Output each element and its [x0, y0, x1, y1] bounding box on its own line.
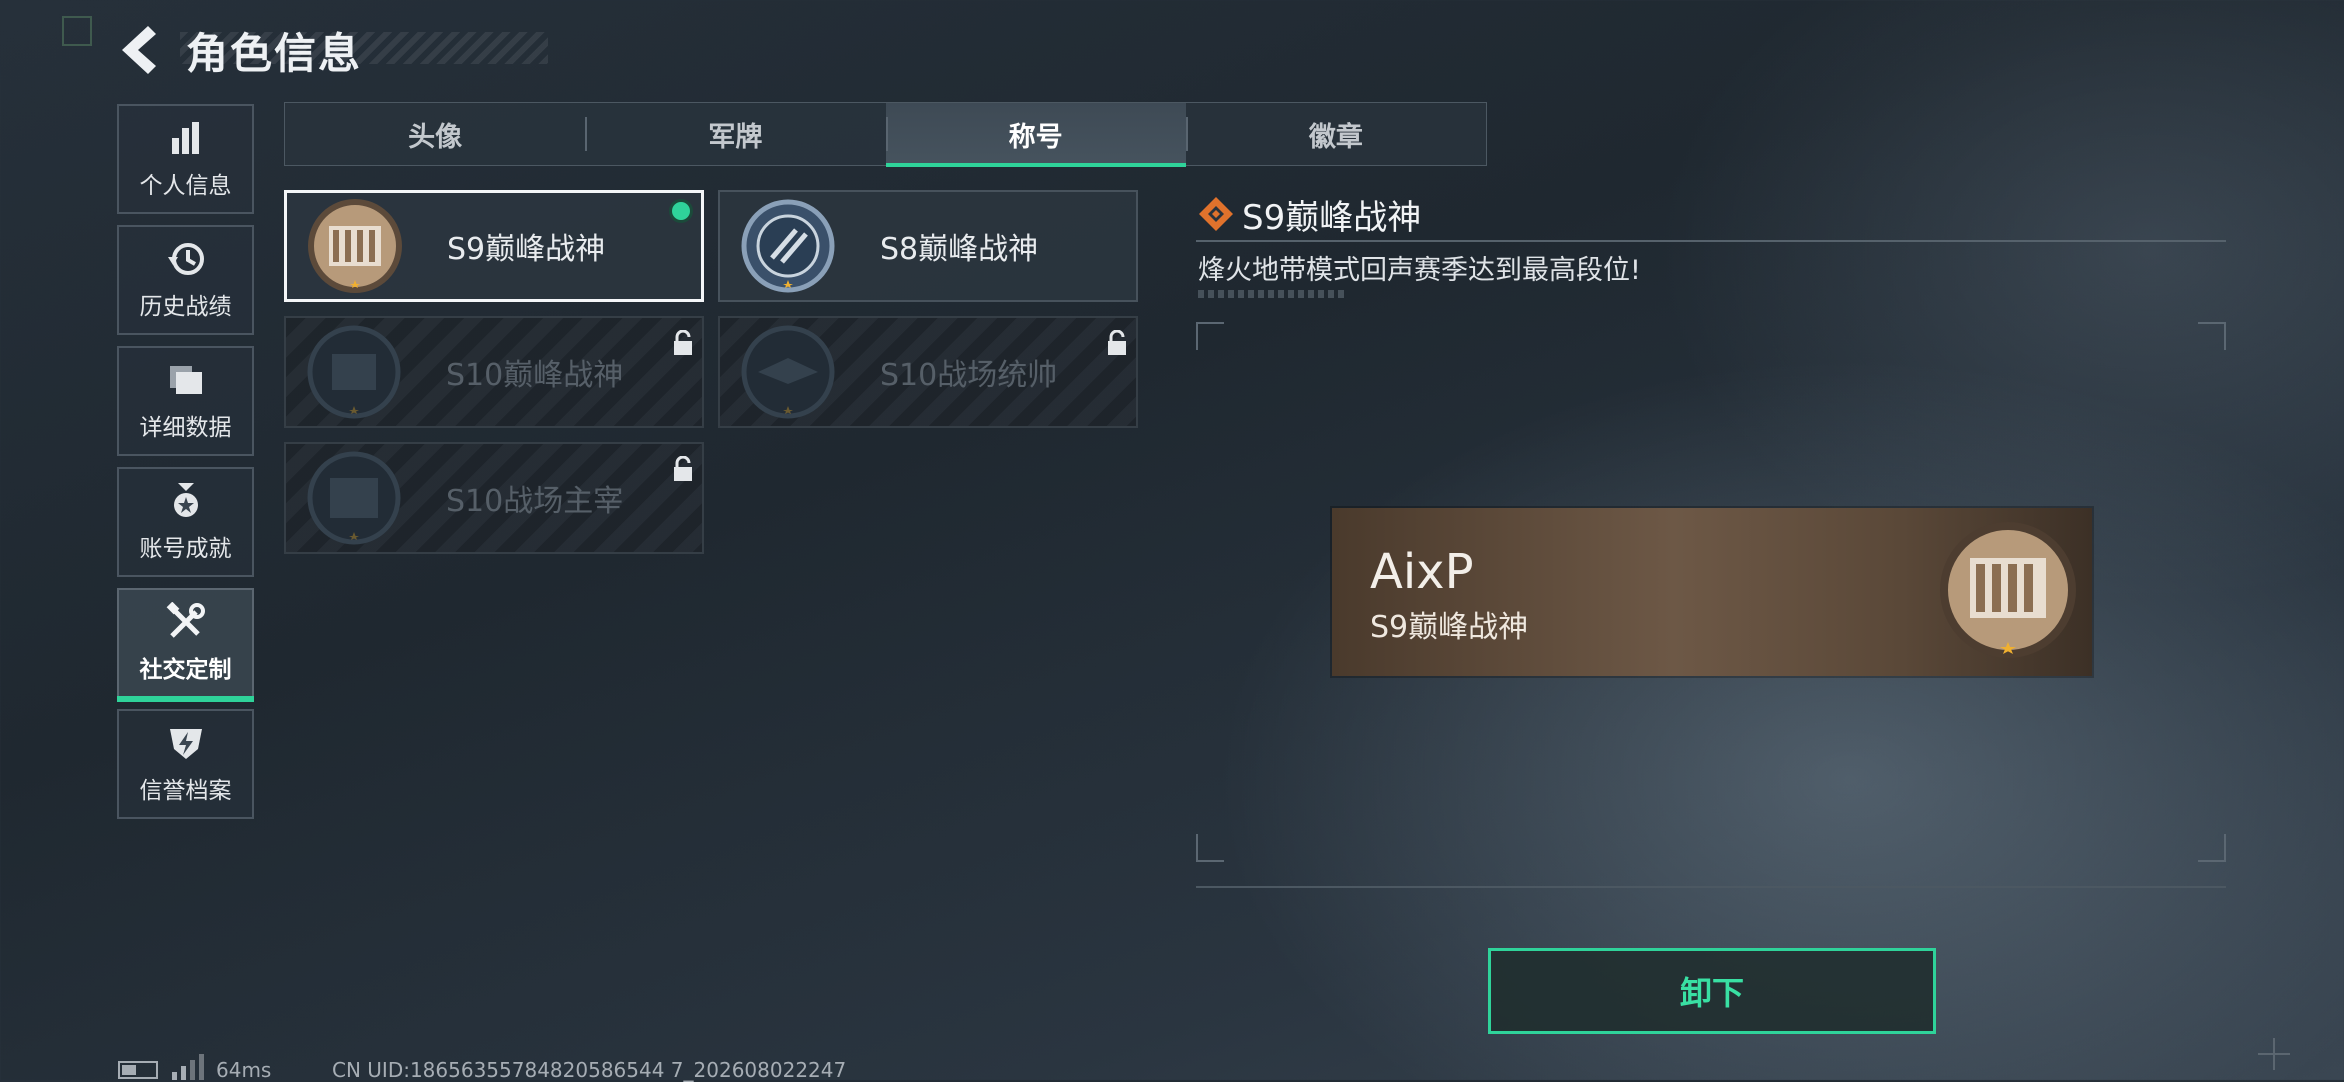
page-title: 角色信息: [186, 29, 363, 78]
player-name: AixP: [1370, 544, 1474, 600]
title-card-name: S10战场主宰: [446, 484, 624, 519]
diamond-icon: [1199, 197, 1233, 231]
back-arrow-icon[interactable]: [118, 24, 162, 76]
title-card-s10-peak[interactable]: S10巅峰战神: [284, 316, 704, 428]
sidebar-item-profile[interactable]: 个人信息: [117, 104, 254, 214]
corner-decoration: [62, 16, 92, 46]
title-card-name: S10战场统帅: [880, 358, 1058, 393]
sidebar-item-social[interactable]: 社交定制: [117, 588, 254, 702]
battery-icon: [118, 1061, 158, 1079]
title-card-s8[interactable]: S8巅峰战神: [718, 190, 1138, 302]
tab-badge[interactable]: 徽章: [1185, 103, 1486, 165]
sidebar-item-history[interactable]: 历史战绩: [117, 225, 254, 335]
s8-emblem-icon: [741, 199, 835, 293]
active-indicator: [117, 696, 254, 702]
shield-bolt-icon: [169, 729, 202, 759]
tools-icon: [166, 602, 205, 638]
sidebar-item-label: 历史战绩: [139, 294, 232, 320]
sidebar-item-label: 社交定制: [139, 657, 232, 683]
s10-commander-emblem-icon: [741, 325, 835, 419]
s10-dominator-emblem-icon: [307, 451, 401, 545]
lock-icon: [674, 456, 692, 481]
bar-chart-icon: [171, 122, 199, 154]
detail-description: 烽火地带模式回声赛季达到最高段位!: [1198, 255, 1641, 286]
lock-icon: [674, 330, 692, 355]
title-card-s9[interactable]: S9巅峰战神: [284, 190, 704, 302]
detail-title: S9巅峰战神: [1242, 198, 1422, 238]
sidebar-item-label: 信誉档案: [139, 778, 232, 804]
title-card-s10-commander[interactable]: S10战场统帅: [718, 316, 1138, 428]
tab-bar: 头像 军牌 称号 徽章: [284, 102, 1487, 167]
sidebar-item-label: 详细数据: [139, 415, 232, 441]
sidebar-item-label: 个人信息: [139, 173, 232, 199]
tab-avatar[interactable]: 头像: [285, 103, 585, 165]
sidebar-item-details[interactable]: 详细数据: [117, 346, 254, 456]
title-preview-card: AixP S9巅峰战神: [1332, 508, 2092, 676]
uid-text: CN UID:18656355784820586544 7_2026080222…: [332, 1058, 847, 1082]
ping-value: 64ms: [216, 1058, 272, 1082]
s10-emblem-icon: [307, 325, 401, 419]
unequip-button[interactable]: 卸下: [1488, 948, 1936, 1034]
sidebar-item-reputation[interactable]: 信誉档案: [117, 709, 254, 819]
s9-emblem-icon: [1940, 522, 2076, 658]
title-card-name: S9巅峰战神: [447, 232, 606, 267]
folder-icon: [169, 366, 202, 394]
history-clock-icon: [167, 243, 204, 275]
sidebar-item-label: 账号成就: [139, 536, 232, 562]
title-card-name: S8巅峰战神: [880, 232, 1039, 267]
title-card-s10-dominator[interactable]: S10战场主宰: [284, 442, 704, 554]
medal-icon: [173, 483, 198, 517]
tab-title[interactable]: 称号: [885, 103, 1187, 167]
title-card-name: S10巅峰战神: [446, 358, 624, 393]
bottom-divider: [1196, 886, 2226, 888]
signal-icon: [172, 1054, 204, 1080]
lock-icon: [1108, 330, 1126, 355]
equipped-indicator: [669, 199, 693, 223]
detail-decoration: [1198, 290, 1348, 298]
preview-title: S9巅峰战神: [1370, 610, 1529, 645]
plus-icon: [2258, 1038, 2290, 1070]
sidebar-item-achievements[interactable]: 账号成就: [117, 467, 254, 577]
detail-divider: [1196, 240, 2226, 242]
s9-emblem-icon: [308, 199, 402, 293]
tab-dogtag[interactable]: 军牌: [585, 103, 885, 165]
